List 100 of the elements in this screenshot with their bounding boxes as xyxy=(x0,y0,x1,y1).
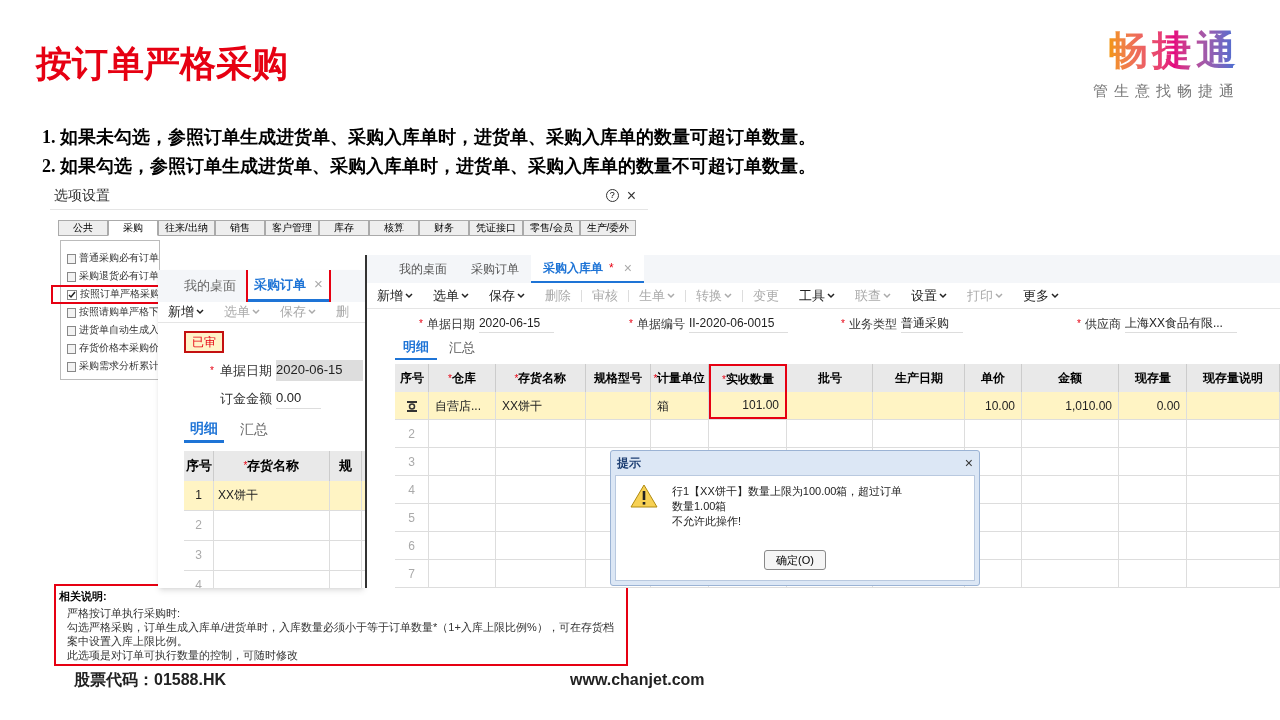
column-header: 存货名称 xyxy=(247,456,300,475)
caret-icon xyxy=(405,292,413,299)
field-label: 业务类型 xyxy=(848,315,897,333)
table-row[interactable]: 1 XX饼干 xyxy=(184,480,365,511)
option-checkbox-row[interactable]: 采购需求分析累计 xyxy=(61,359,159,374)
close-button[interactable]: × xyxy=(964,456,973,470)
toolbar-button[interactable]: 新增 xyxy=(367,285,423,306)
required-mark: * xyxy=(210,364,214,378)
table-cell-text: 3 xyxy=(408,453,415,471)
table-cell-text: 2 xyxy=(408,425,415,443)
related-note-text: 严格按订单执行采购时: xyxy=(66,606,182,620)
slide-title: 按订单严格采购 xyxy=(36,46,288,82)
settings-tab[interactable]: 生产/委外 xyxy=(579,220,637,236)
table-cell-text: 2 xyxy=(195,517,202,534)
table-cell-text: 3 xyxy=(195,547,202,564)
caret-icon xyxy=(461,292,469,299)
document-tab[interactable]: 我的桌面 xyxy=(178,270,242,302)
column-header: 实收数量 xyxy=(725,371,774,388)
settings-tab[interactable]: 公共 xyxy=(58,220,108,236)
dialog-title: 提示 xyxy=(617,455,641,472)
detail-tab[interactable]: 汇总 xyxy=(234,416,274,443)
checkbox[interactable] xyxy=(67,307,76,318)
caret-icon xyxy=(1051,292,1059,299)
stock-code-text: 股票代码：01588.HK xyxy=(74,670,227,690)
status-badge: 已审 xyxy=(184,330,224,353)
required-mark: * xyxy=(841,317,845,332)
table-cell-text: 自营店... xyxy=(435,397,481,415)
field-value[interactable]: 2020-06-15 xyxy=(276,360,363,381)
document-tab[interactable]: 采购入库单 * × xyxy=(531,255,644,283)
checkbox[interactable] xyxy=(67,361,76,372)
table-cell-text: XX饼干 xyxy=(218,487,258,504)
option-checkbox-row[interactable]: 普通采购必有订单 xyxy=(61,251,159,266)
option-checkbox-row[interactable]: 采购退货必有订单 xyxy=(61,269,159,284)
field-value[interactable]: 2020-06-15 xyxy=(478,314,555,334)
column-header: 现存量说明 xyxy=(1203,370,1263,387)
option-checkbox-row[interactable]: 进货单自动生成入 xyxy=(61,323,159,338)
column-header: 序号 xyxy=(185,456,212,475)
document-tab[interactable]: 采购订单 xyxy=(459,255,531,283)
option-checkbox-row[interactable]: 按照请购单严格下 xyxy=(61,305,159,320)
document-tab[interactable]: 采购订单 × xyxy=(248,270,329,302)
caret-icon xyxy=(724,292,732,299)
toolbar-button[interactable]: 工具 xyxy=(789,285,845,306)
checkbox[interactable] xyxy=(67,253,76,264)
settings-tab[interactable]: 财务 xyxy=(418,220,469,236)
related-notes-heading: 相关说明: xyxy=(59,588,108,604)
detail-tab[interactable]: 明细 xyxy=(395,336,437,360)
logo-slogan: 管生意找畅捷通 xyxy=(1093,81,1240,101)
detail-tab[interactable]: 汇总 xyxy=(441,336,483,360)
toolbar-button[interactable]: 设置 xyxy=(901,285,957,306)
field-value[interactable]: II-2020-06-0015 xyxy=(688,314,789,334)
caret-icon xyxy=(517,292,525,299)
settings-tab[interactable]: 零售/会员 xyxy=(522,220,580,236)
caret-icon xyxy=(939,292,947,299)
required-mark: * xyxy=(629,317,633,332)
table-cell-text: 4 xyxy=(408,481,415,499)
column-header: 批号 xyxy=(817,370,842,387)
detail-tab[interactable]: 明细 xyxy=(184,416,224,443)
checkbox[interactable] xyxy=(67,271,76,282)
caret-icon xyxy=(667,292,675,299)
caret-icon xyxy=(883,292,891,299)
required-mark: * xyxy=(514,371,519,386)
caret-icon xyxy=(196,308,204,315)
field-label: 单据日期 xyxy=(220,361,272,380)
settings-tab[interactable]: 采购 xyxy=(108,220,158,236)
settings-tab[interactable]: 凭证接口 xyxy=(468,220,523,236)
table-cell-text: 7 xyxy=(408,565,415,583)
checkbox[interactable] xyxy=(67,325,76,336)
website-text: www.chanjet.com xyxy=(570,670,705,690)
related-note-text: 此选项是对订单可执行数量的控制，可随时修改 xyxy=(66,648,299,662)
row-marker-icon[interactable] xyxy=(405,399,418,412)
toolbar-button[interactable]: 更多 xyxy=(1013,285,1069,306)
warning-icon xyxy=(630,484,658,508)
field-label: 订金金额 xyxy=(220,389,272,408)
field-value[interactable]: 普通采购 xyxy=(900,314,963,334)
table-row[interactable]: 自营店... XX饼干 箱 101.00 10.00 1,010.00 0.00 xyxy=(395,392,1280,420)
caret-icon xyxy=(308,308,316,315)
field-value[interactable]: 上海XX食品有限... xyxy=(1124,314,1237,334)
settings-tab[interactable]: 销售 xyxy=(214,220,265,236)
note-text: 2. 如果勾选，参照订单生成进货单、采购入库单时，进货单、采购入库单的数量不可超订单数量。 xyxy=(42,155,816,178)
settings-tab[interactable]: 核算 xyxy=(368,220,419,236)
settings-tab[interactable]: 客户管理 xyxy=(264,220,319,236)
settings-tab[interactable]: 库存 xyxy=(318,220,369,236)
table-cell-text: 5 xyxy=(408,509,415,527)
option-checkbox-row[interactable]: 存货价格本采购价 xyxy=(61,341,159,356)
table-cell-text: 箱 xyxy=(657,397,669,415)
check-icon xyxy=(68,290,76,299)
field-value[interactable]: 0.00 xyxy=(276,388,322,409)
toolbar-button[interactable]: 选单 xyxy=(423,285,479,306)
toolbar-button[interactable]: 保存 xyxy=(479,285,535,306)
required-mark: * xyxy=(1077,317,1081,332)
settings-tab[interactable]: 往来/出纳 xyxy=(158,220,215,236)
required-mark: * xyxy=(419,317,423,332)
field-label: 供应商 xyxy=(1084,315,1121,333)
ok-button[interactable]: 确定(O) xyxy=(764,550,826,570)
table-cell-text: 1 xyxy=(195,487,202,504)
close-button[interactable]: × xyxy=(626,187,636,204)
checkbox[interactable] xyxy=(67,343,76,354)
toolbar-button[interactable]: 新增 xyxy=(158,302,214,322)
checkbox[interactable] xyxy=(67,289,77,300)
document-tab[interactable]: 我的桌面 xyxy=(387,255,459,283)
